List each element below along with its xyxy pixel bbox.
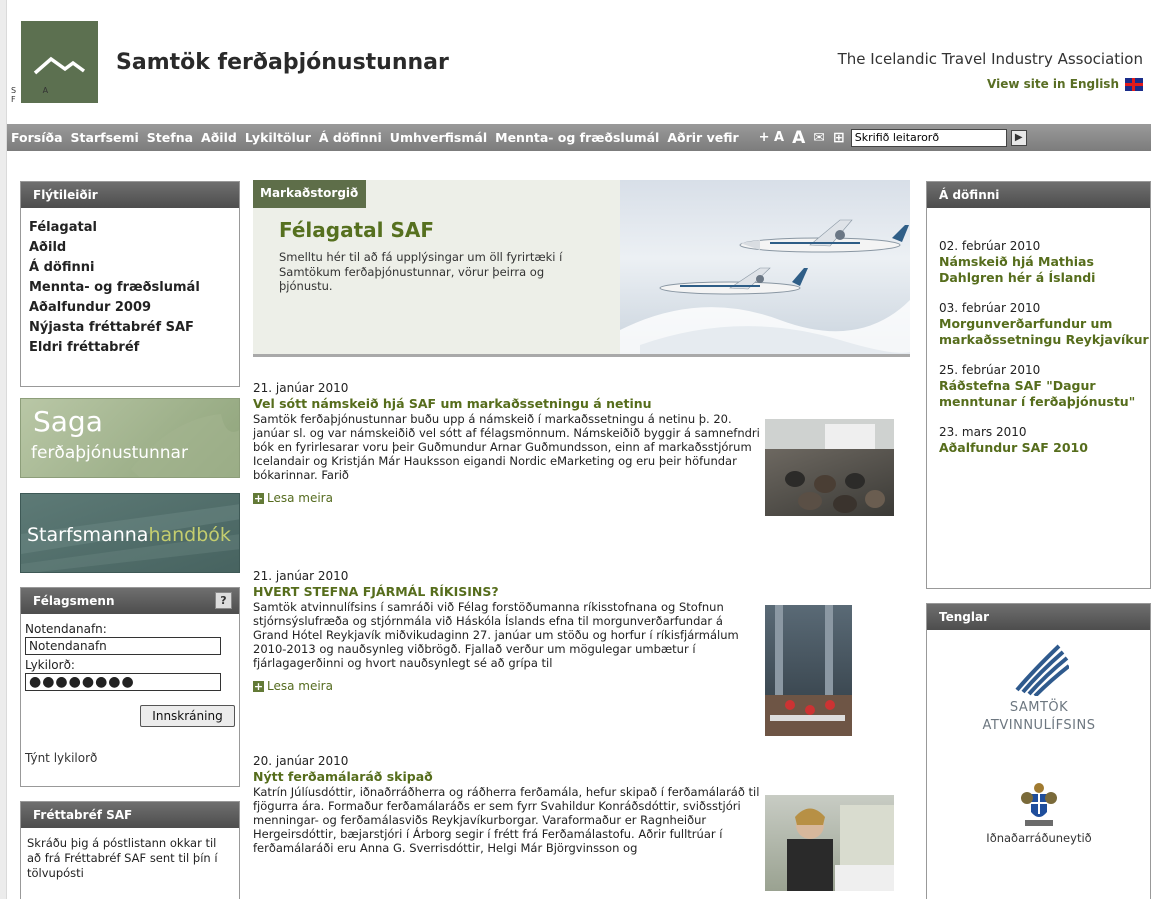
email-icon[interactable]: ✉ xyxy=(813,130,825,146)
password-label: Lykilorð: xyxy=(25,658,75,672)
news-body: Samtök atvinnulífsins í samráði við Féla… xyxy=(253,600,739,670)
site-name: Samtök ferðaþjónustunnar xyxy=(116,50,449,75)
starfsmannahandbok-banner[interactable]: Starfsmannahandbók xyxy=(20,493,240,573)
newsletter-heading: Fréttabréf SAF xyxy=(21,802,239,828)
view-english-link[interactable]: View site in English xyxy=(987,77,1143,91)
minister-speech-photo[interactable] xyxy=(765,795,894,891)
news-body: Samtök ferðaþjónustunnar buðu upp á náms… xyxy=(253,412,760,482)
ministry-logo[interactable]: Iðnaðarráðuneytið xyxy=(927,782,1151,845)
coat-of-arms-icon xyxy=(1021,783,1057,826)
news-title[interactable]: HVERT STEFNA FJÁRMÁL RÍKISINS? xyxy=(253,584,913,600)
event-date: 03. febrúar 2010 xyxy=(939,301,1041,315)
nav-item-forsida[interactable]: Forsíða xyxy=(7,130,67,145)
event-title[interactable]: Ráðstefna SAF "Dagur menntunar í ferðaþj… xyxy=(939,378,1150,410)
saga-subtitle: ferðaþjónustunnar xyxy=(31,443,188,463)
news-date: 20. janúar 2010 xyxy=(253,754,349,768)
nav-item-lykiltolur[interactable]: Lykiltölur xyxy=(241,130,315,145)
minister-photo-art xyxy=(787,805,894,891)
sa-line1: SAMTÖK xyxy=(1009,700,1069,715)
quick-link-adalfundur[interactable]: Aðalfundur 2009 xyxy=(29,298,231,318)
font-smaller-button[interactable]: + A xyxy=(759,130,784,145)
event-date: 02. febrúar 2010 xyxy=(939,239,1041,253)
read-more-label: Lesa meira xyxy=(267,679,333,693)
search-input[interactable] xyxy=(850,128,1007,147)
links-box: Tenglar SAMTÖK ATVINNULÍFSINS Iðnaðarráð… xyxy=(926,603,1151,899)
font-larger-button[interactable]: A xyxy=(792,128,805,148)
hotel-photo-art xyxy=(765,605,852,736)
member-login-heading: Félagsmenn ? xyxy=(21,588,239,614)
saga-banner[interactable]: Saga ferðaþjónustunnar xyxy=(20,398,240,478)
event-title[interactable]: Morgunverðarfundur um markaðssetningu Re… xyxy=(939,316,1150,348)
plus-icon: + xyxy=(253,491,264,505)
nav-item-mennta[interactable]: Mennta- og fræðslumál xyxy=(491,130,663,145)
event-title[interactable]: Námskeið hjá Mathias Dahlgren hér á Ísla… xyxy=(939,254,1150,286)
feature-text: Smelltu hér til að fá upplýsingar um öll… xyxy=(279,250,563,293)
seminar-photo-art xyxy=(765,419,894,513)
news-date: 21. janúar 2010 xyxy=(253,381,349,395)
event-date: 23. mars 2010 xyxy=(939,425,1027,439)
nav-item-umhverfismal[interactable]: Umhverfismál xyxy=(386,130,491,145)
view-english-label: View site in English xyxy=(987,77,1119,91)
news-title[interactable]: Vel sótt námskeið hjá SAF um markaðssetn… xyxy=(253,396,913,412)
airplanes-image[interactable] xyxy=(620,180,910,354)
starfs-title: Starfsmannahandbók xyxy=(27,524,231,546)
help-icon[interactable]: ? xyxy=(215,592,232,609)
quick-link-a-dofinni[interactable]: Á döfinni xyxy=(29,258,231,278)
site-name-english: The Icelandic Travel Industry Associatio… xyxy=(837,50,1143,68)
nav-item-a-dofinni[interactable]: Á döfinni xyxy=(315,130,386,145)
links-heading: Tenglar xyxy=(927,604,1150,630)
ministry-name: Iðnaðarráðuneytið xyxy=(986,831,1092,845)
upcoming-events-box: Á döfinni 02. febrúar 2010 Námskeið hjá … xyxy=(926,181,1151,589)
event-date: 25. febrúar 2010 xyxy=(939,363,1041,377)
hotel-interior-photo[interactable] xyxy=(765,605,852,736)
nav-item-adrir-vefir[interactable]: Aðrir vefir xyxy=(663,130,742,145)
samtok-atvinnulifsins-logo[interactable]: SAMTÖK ATVINNULÍFSINS xyxy=(927,640,1151,735)
read-more-label: Lesa meira xyxy=(267,491,333,505)
plus-icon: + xyxy=(253,679,264,693)
quick-links-box: Flýtileiðir Félagatal Aðild Á döfinni Me… xyxy=(20,181,240,387)
saga-title: Saga xyxy=(33,405,103,438)
uk-flag-icon xyxy=(1125,77,1143,91)
nav-tools: + A A ✉ ⊞ xyxy=(759,128,845,148)
username-field[interactable]: Notendanafn xyxy=(25,637,221,655)
news-title[interactable]: Nýtt ferðamálaráð skipað xyxy=(253,769,913,785)
login-button[interactable]: Innskráning xyxy=(140,705,235,727)
sitemap-icon[interactable]: ⊞ xyxy=(833,130,845,146)
newsletter-text: Skráðu þig á póstlistann okkar til að fr… xyxy=(27,836,218,880)
sa-line2: ATVINNULÍFSINS xyxy=(982,718,1096,733)
password-field[interactable]: ●●●●●●●● xyxy=(25,673,221,691)
left-edge-bar xyxy=(0,0,7,899)
member-login-box: Félagsmenn ? Notendanafn: Notendanafn Ly… xyxy=(20,587,240,787)
nav-item-adild[interactable]: Aðild xyxy=(197,130,241,145)
news-body: Katrín Júlíusdóttir, iðnaðrráðherra og r… xyxy=(253,785,760,855)
nav-item-stefna[interactable]: Stefna xyxy=(143,130,197,145)
quick-link-felagatal[interactable]: Félagatal xyxy=(29,218,231,238)
news-date: 21. janúar 2010 xyxy=(253,569,349,583)
airplanes-illustration xyxy=(620,219,910,354)
logo-letters: S A F xyxy=(11,86,61,104)
lost-password-link[interactable]: Týnt lykilorð xyxy=(25,751,97,765)
main-nav: Forsíða Starfsemi Stefna Aðild Lykiltölu… xyxy=(7,124,1151,151)
newsletter-box: Fréttabréf SAF Skráðu þig á póstlistann … xyxy=(20,801,240,899)
quick-link-adild[interactable]: Aðild xyxy=(29,238,231,258)
starfs-part1: Starfsmanna xyxy=(27,524,149,546)
sa-wave-logo-icon xyxy=(1015,644,1071,698)
event-title[interactable]: Aðalfundur SAF 2010 xyxy=(939,440,1150,456)
feature-title[interactable]: Félagatal SAF xyxy=(279,218,434,242)
featured-panel: Markaðstorgið Félagatal SAF Smelltu hér … xyxy=(253,180,910,357)
upcoming-events-heading: Á döfinni xyxy=(927,182,1150,208)
feature-tab[interactable]: Markaðstorgið xyxy=(253,180,366,208)
search-go-button[interactable]: ▶ xyxy=(1010,129,1027,146)
nav-item-starfsemi[interactable]: Starfsemi xyxy=(67,130,143,145)
quick-link-frettabref-nytt[interactable]: Nýjasta fréttabréf SAF xyxy=(29,318,231,338)
username-label: Notendanafn: xyxy=(25,622,107,636)
quick-link-mennta[interactable]: Mennta- og fræðslumál xyxy=(29,278,231,298)
seminar-photo[interactable] xyxy=(765,419,894,516)
quick-link-frettabref-eldri[interactable]: Eldri fréttabréf xyxy=(29,338,231,358)
quick-links-heading: Flýtileiðir xyxy=(21,182,239,208)
starfs-part2: handbók xyxy=(148,524,231,546)
member-login-title: Félagsmenn xyxy=(33,594,115,608)
